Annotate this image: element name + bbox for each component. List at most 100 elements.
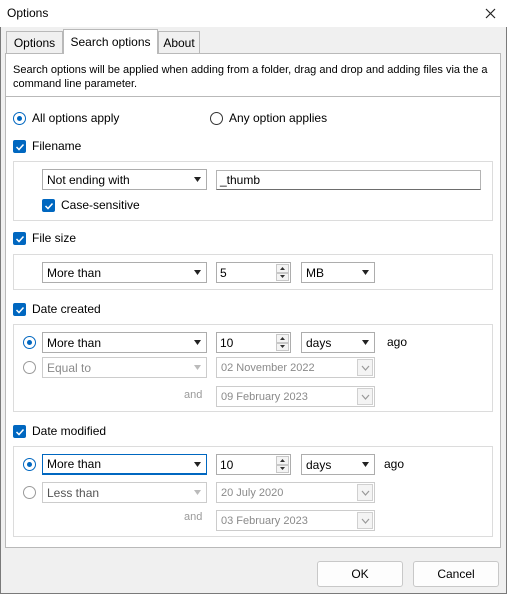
arrow-up-icon	[280, 458, 285, 462]
date-modified-amount-spinner[interactable]: 10	[216, 454, 291, 475]
date-modified-relative-radio[interactable]	[23, 458, 36, 471]
date-modified-checkbox[interactable]	[13, 425, 26, 438]
chevron-down-icon	[361, 518, 369, 524]
spin-down-button[interactable]	[276, 272, 289, 281]
date-created-from-value: 02 November 2022	[221, 361, 315, 374]
file-size-value-spinner[interactable]: 5	[216, 262, 291, 283]
date-created-unit-select[interactable]: days	[301, 332, 375, 353]
chevron-down-icon	[194, 340, 201, 345]
all-options-label: All options apply	[32, 111, 120, 125]
title-bar	[0, 0, 507, 27]
file-size-condition-value: More than	[47, 265, 102, 280]
all-options-radio[interactable]	[13, 112, 26, 125]
spin-up-button[interactable]	[276, 334, 289, 343]
spin-down-button[interactable]	[276, 464, 289, 473]
filename-pattern-input[interactable]: _thumb	[216, 170, 481, 190]
date-modified-to-value: 03 February 2023	[221, 514, 308, 527]
checkmark-icon	[15, 428, 24, 436]
description-divider	[6, 96, 500, 97]
chevron-down-icon	[361, 365, 369, 371]
spin-up-button[interactable]	[276, 456, 289, 465]
date-created-to-date-picker[interactable]: 09 February 2023	[216, 386, 375, 407]
chevron-down-icon	[194, 270, 201, 275]
date-created-to-value: 09 February 2023	[221, 390, 308, 403]
date-created-relative-condition-select[interactable]: More than	[42, 332, 207, 353]
date-dropdown-button[interactable]	[357, 388, 373, 405]
close-icon	[485, 8, 496, 19]
date-dropdown-button[interactable]	[357, 484, 373, 501]
file-size-condition-select[interactable]: More than	[42, 262, 207, 283]
date-modified-ago-label: ago	[384, 457, 405, 471]
filename-condition-select[interactable]: Not ending with	[42, 169, 207, 190]
file-size-label: File size	[32, 231, 77, 245]
spin-down-button[interactable]	[276, 342, 289, 351]
date-dropdown-button[interactable]	[357, 359, 373, 376]
date-modified-from-date-picker[interactable]: 20 July 2020	[216, 482, 375, 503]
date-created-absolute-condition-select[interactable]: Equal to	[42, 357, 207, 378]
date-created-label: Date created	[32, 302, 101, 316]
date-modified-amount-value: 10	[220, 457, 234, 472]
date-modified-label: Date modified	[32, 424, 107, 438]
chevron-down-icon	[194, 177, 201, 182]
checkmark-icon	[15, 235, 24, 243]
any-option-radio[interactable]	[210, 112, 223, 125]
chevron-down-icon	[362, 462, 369, 467]
case-sensitive-checkbox[interactable]	[42, 199, 55, 212]
chevron-down-icon	[361, 490, 369, 496]
date-created-relative-condition-value: More than	[47, 335, 102, 350]
date-created-ago-label: ago	[387, 335, 408, 349]
chevron-down-icon	[362, 340, 369, 345]
arrow-up-icon	[280, 266, 285, 270]
any-option-label: Any option applies	[229, 111, 328, 125]
file-size-checkbox[interactable]	[13, 232, 26, 245]
chevron-down-icon	[361, 394, 369, 400]
date-created-absolute-condition-value: Equal to	[47, 360, 92, 375]
ok-button[interactable]: OK	[317, 561, 403, 587]
checkmark-icon	[44, 202, 53, 210]
date-created-checkbox[interactable]	[13, 303, 26, 316]
description-text: Search options will be applied when addi…	[13, 64, 488, 90]
file-size-unit-select[interactable]: MB	[301, 262, 375, 283]
file-size-value: 5	[220, 265, 227, 280]
date-modified-unit-select[interactable]: days	[301, 454, 375, 475]
date-modified-absolute-radio[interactable]	[23, 486, 36, 499]
date-modified-absolute-condition-value: Less than	[47, 485, 100, 500]
tab-about[interactable]: About	[158, 31, 200, 53]
filename-pattern-value: _thumb	[220, 173, 261, 187]
spin-up-button[interactable]	[276, 264, 289, 273]
date-modified-and-label: and	[184, 511, 203, 523]
date-created-absolute-radio[interactable]	[23, 361, 36, 374]
date-created-unit-value: days	[306, 335, 332, 350]
date-created-amount-value: 10	[220, 335, 234, 350]
date-modified-unit-value: days	[306, 457, 332, 472]
close-button[interactable]	[474, 0, 507, 27]
tab-options[interactable]: Options	[6, 31, 63, 53]
date-modified-from-value: 20 July 2020	[221, 486, 284, 499]
date-created-amount-spinner[interactable]: 10	[216, 332, 291, 353]
date-created-relative-radio[interactable]	[23, 336, 36, 349]
cancel-button[interactable]: Cancel	[413, 561, 499, 587]
date-created-and-label: and	[184, 389, 203, 401]
date-modified-relative-condition-select[interactable]: More than	[42, 454, 207, 475]
chevron-down-icon	[362, 270, 369, 275]
date-dropdown-button[interactable]	[357, 512, 373, 529]
chevron-down-icon	[194, 365, 201, 370]
date-created-from-date-picker[interactable]: 02 November 2022	[216, 357, 375, 378]
checkmark-icon	[15, 306, 24, 314]
filename-checkbox[interactable]	[13, 140, 26, 153]
arrow-down-icon	[280, 345, 285, 349]
chevron-down-icon	[194, 490, 201, 495]
chevron-down-icon	[194, 462, 201, 467]
date-modified-relative-condition-value: More than	[47, 457, 102, 471]
arrow-down-icon	[280, 275, 285, 279]
date-modified-to-date-picker[interactable]: 03 February 2023	[216, 510, 375, 531]
filename-label: Filename	[32, 139, 82, 153]
arrow-up-icon	[280, 336, 285, 340]
tab-search-options[interactable]: Search options	[63, 29, 158, 54]
arrow-down-icon	[280, 467, 285, 471]
window-title: Options	[7, 6, 49, 20]
file-size-unit-value: MB	[306, 265, 324, 280]
checkmark-icon	[15, 143, 24, 151]
filename-condition-value: Not ending with	[47, 172, 130, 187]
date-modified-absolute-condition-select[interactable]: Less than	[42, 482, 207, 503]
